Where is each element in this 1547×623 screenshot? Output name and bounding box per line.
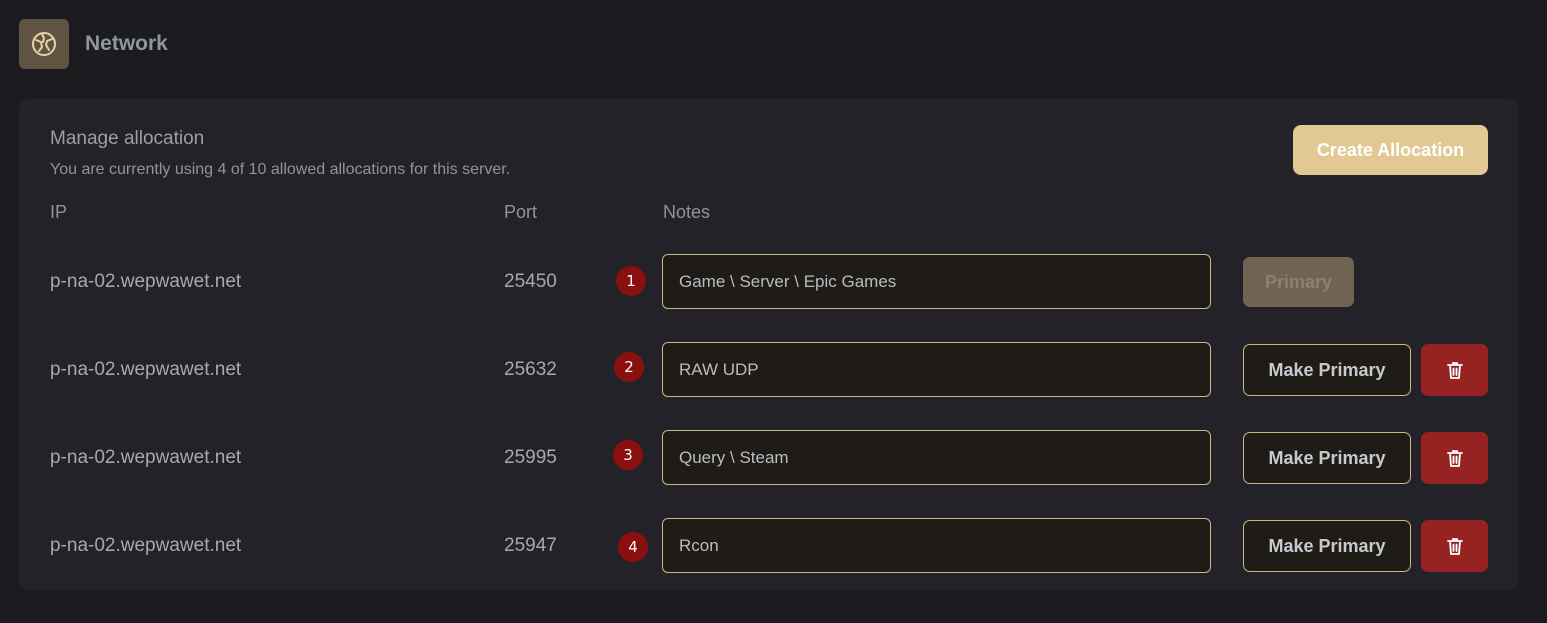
allocation-row: p-na-02.wepwawet.net 25632 2 Make Primar… — [19, 342, 1519, 400]
trash-icon — [1446, 450, 1463, 467]
allocation-ip: p-na-02.wepwawet.net — [50, 271, 242, 292]
panel-title: Manage allocation — [50, 128, 205, 149]
notes-input[interactable] — [662, 254, 1211, 309]
page-title: Network — [85, 32, 168, 55]
row-number-badge: 3 — [613, 440, 643, 470]
notes-input[interactable] — [662, 342, 1211, 397]
row-number-badge: 4 — [618, 532, 648, 562]
trash-icon — [1446, 538, 1463, 555]
column-header-notes: Notes — [663, 202, 711, 222]
column-header-port: Port — [504, 202, 538, 222]
allocation-panel: Manage allocation You are currently usin… — [19, 99, 1519, 590]
allocation-row: p-na-02.wepwawet.net 25995 3 Make Primar… — [19, 430, 1519, 488]
allocation-port: 25632 — [504, 359, 557, 380]
allocation-port: 25947 — [504, 535, 557, 556]
delete-allocation-button[interactable] — [1421, 520, 1488, 572]
delete-allocation-button[interactable] — [1421, 344, 1488, 396]
column-header-ip: IP — [50, 202, 68, 222]
create-allocation-button[interactable]: Create Allocation — [1293, 125, 1488, 175]
allocation-row: p-na-02.wepwawet.net 25947 4 Make Primar… — [19, 518, 1519, 576]
allocation-port: 25995 — [504, 447, 557, 468]
network-icon — [19, 19, 69, 69]
row-number-badge: 1 — [616, 266, 646, 296]
allocation-ip: p-na-02.wepwawet.net — [50, 535, 242, 556]
make-primary-button[interactable]: Make Primary — [1243, 344, 1411, 396]
delete-allocation-button[interactable] — [1421, 432, 1488, 484]
allocation-port: 25450 — [504, 271, 557, 292]
notes-input[interactable] — [662, 518, 1211, 573]
notes-input[interactable] — [662, 430, 1211, 485]
page-header: Network — [19, 19, 168, 69]
make-primary-button[interactable]: Make Primary — [1243, 432, 1411, 484]
allocation-ip: p-na-02.wepwawet.net — [50, 447, 242, 468]
row-number-badge: 2 — [614, 352, 644, 382]
allocation-ip: p-na-02.wepwawet.net — [50, 359, 242, 380]
primary-button: Primary — [1243, 257, 1354, 307]
make-primary-button[interactable]: Make Primary — [1243, 520, 1411, 572]
allocation-row: p-na-02.wepwawet.net 25450 1 Primary — [19, 254, 1519, 312]
trash-icon — [1446, 362, 1463, 379]
allocation-usage-text: You are currently using 4 of 10 allowed … — [50, 161, 511, 178]
